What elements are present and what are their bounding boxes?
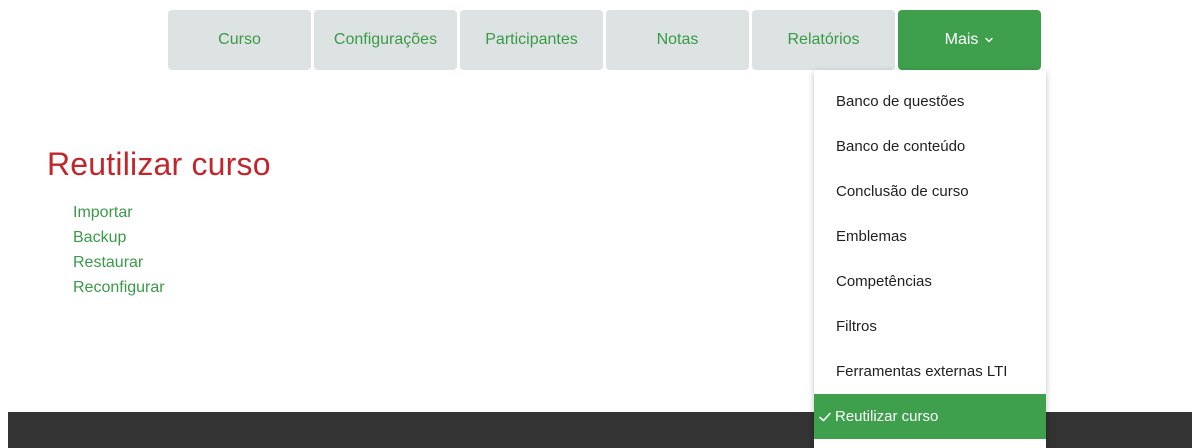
menu-item-label: Banco de conteúdo: [836, 138, 966, 155]
menu-item-filters[interactable]: Filtros: [814, 304, 1046, 349]
menu-item-badges[interactable]: Emblemas: [814, 214, 1046, 259]
menu-item-content-bank[interactable]: Banco de conteúdo: [814, 124, 1046, 169]
tab-label: Mais: [944, 31, 979, 48]
tab-curso[interactable]: Curso: [168, 10, 311, 70]
course-nav: Curso Configurações Participantes Notas …: [168, 10, 1041, 70]
tab-label: Relatórios: [787, 31, 860, 48]
reuse-links: Importar Backup Restaurar Reconfigurar: [73, 200, 165, 300]
checkmark-icon: [819, 412, 831, 421]
import-link[interactable]: Importar: [73, 200, 165, 225]
menu-item-label: Emblemas: [836, 228, 907, 245]
menu-item-label: Conclusão de curso: [836, 183, 969, 200]
tab-relatorios[interactable]: Relatórios: [752, 10, 895, 70]
menu-item-label: Reutilizar curso: [835, 408, 939, 425]
menu-item-reuse-course[interactable]: Reutilizar curso: [814, 394, 1046, 439]
tab-label: Configurações: [333, 31, 438, 48]
menu-item-competencies[interactable]: Competências: [814, 259, 1046, 304]
backup-link[interactable]: Backup: [73, 225, 165, 250]
menu-item-question-bank[interactable]: Banco de questões: [814, 79, 1046, 124]
page-title: Reutilizar curso: [47, 146, 271, 182]
menu-spacer: [814, 70, 1046, 79]
tab-notas[interactable]: Notas: [606, 10, 749, 70]
chevron-down-icon: [985, 37, 994, 43]
reset-link[interactable]: Reconfigurar: [73, 275, 165, 300]
menu-item-label: Banco de questões: [836, 93, 965, 110]
tab-participantes[interactable]: Participantes: [460, 10, 603, 70]
menu-item-label: Competências: [836, 273, 932, 290]
tab-configuracoes[interactable]: Configurações: [314, 10, 457, 70]
tab-label: Participantes: [485, 31, 578, 48]
tab-label: Notas: [656, 31, 699, 48]
restore-link[interactable]: Restaurar: [73, 250, 165, 275]
menu-item-label: Filtros: [836, 318, 877, 335]
menu-item-lti-tools[interactable]: Ferramentas externas LTI: [814, 349, 1046, 394]
tab-mais[interactable]: Mais: [898, 10, 1041, 70]
menu-item-course-completion[interactable]: Conclusão de curso: [814, 169, 1046, 214]
page: Curso Configurações Participantes Notas …: [0, 0, 1200, 448]
tab-label: Curso: [218, 31, 261, 48]
menu-item-label: Ferramentas externas LTI: [836, 363, 1008, 380]
more-dropdown-menu: Banco de questões Banco de conteúdo Conc…: [814, 70, 1046, 448]
